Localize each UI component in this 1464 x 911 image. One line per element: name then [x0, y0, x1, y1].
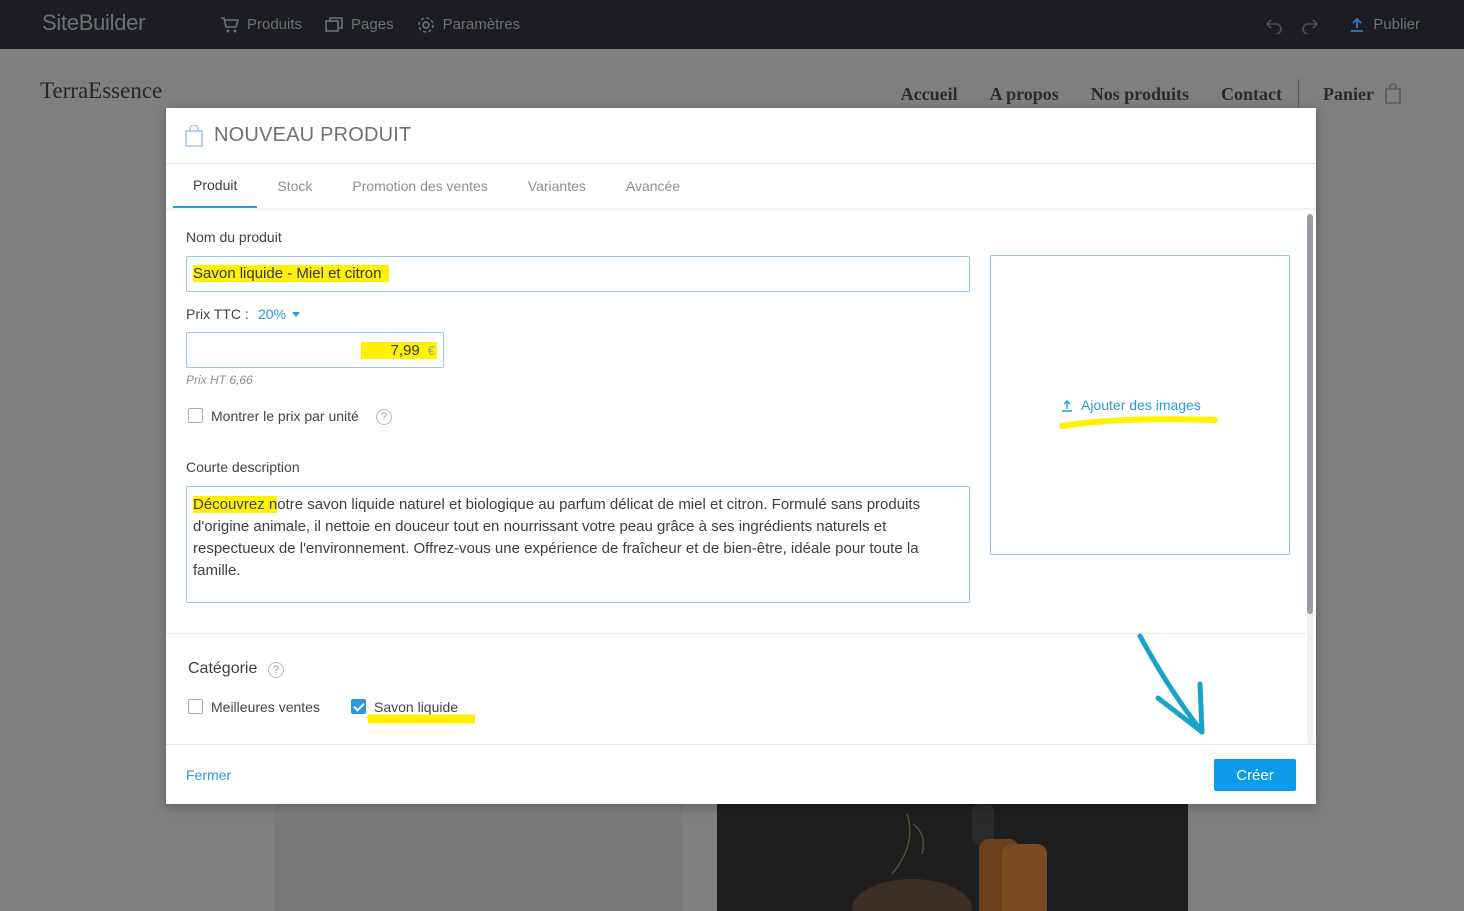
create-button[interactable]: Créer — [1214, 759, 1296, 791]
unit-price-label: Montrer le prix par unité — [211, 408, 359, 424]
builder-nav-settings[interactable]: Paramètres — [416, 16, 521, 34]
site-nav-products[interactable]: Nos produits — [1091, 84, 1189, 105]
upload-icon — [1062, 399, 1072, 412]
category-checkbox-best-sellers[interactable] — [188, 699, 203, 714]
shopping-bag-icon — [1385, 83, 1401, 104]
tab-product[interactable]: Produit — [173, 164, 258, 208]
site-nav-contact[interactable]: Contact — [1221, 84, 1282, 105]
redo-icon[interactable] — [1301, 16, 1319, 34]
dialog-header: NOUVEAU PRODUIT — [166, 108, 1316, 164]
tab-advanced[interactable]: Avancée — [606, 164, 700, 208]
annotation-arrow — [1137, 633, 1205, 735]
publish-label: Publier — [1373, 16, 1420, 33]
highlighter-underline — [368, 714, 475, 724]
unit-price-checkbox[interactable] — [188, 408, 203, 423]
product-name-input[interactable]: Savon liquide - Miel et citron — [186, 256, 970, 292]
tab-stock[interactable]: Stock — [257, 164, 332, 208]
builder-nav: Produits Pages Paramètres — [220, 0, 520, 49]
builder-topbar: SiteBuilder Produits Pages Paramètres Pu… — [0, 0, 1464, 49]
dialog-footer: Fermer Créer — [166, 744, 1316, 804]
upload-icon — [1351, 17, 1364, 32]
help-icon[interactable]: ? — [376, 409, 392, 425]
site-cart[interactable]: Panier — [1323, 83, 1402, 105]
site-logo: TerraEssence — [40, 78, 163, 103]
add-images-link[interactable]: Ajouter des images — [1061, 397, 1201, 413]
price-field-content: 7,99 € — [360, 342, 437, 359]
description-text: otre savon liquide naturel et biologique… — [193, 496, 921, 579]
caret-down-icon — [292, 311, 301, 317]
currency-symbol: € — [427, 343, 435, 358]
site-nav-divider — [1298, 79, 1299, 109]
highlighter-underline — [1059, 416, 1218, 429]
cart-icon — [221, 16, 240, 32]
short-description-textarea[interactable]: Découvrez notre savon liquide naturel et… — [186, 486, 970, 603]
builder-nav-pages-label: Pages — [351, 16, 394, 33]
builder-nav-pages[interactable]: Pages — [324, 16, 394, 34]
builder-nav-products-label: Produits — [247, 16, 303, 33]
price-excl-tax: Prix HT 6,66 — [186, 373, 253, 387]
price-value: 7,99 — [390, 342, 420, 359]
image-upload-area[interactable]: Ajouter des images — [990, 255, 1290, 555]
category-label-best-sellers: Meilleures ventes — [211, 699, 320, 715]
vat-rate-value: 20% — [258, 306, 287, 322]
price-input[interactable]: 7,99 € — [186, 332, 444, 368]
description-highlight: Découvrez n — [193, 496, 278, 513]
product-image-placeholder — [275, 804, 683, 911]
site-nav: Accueil A propos Nos produits Contact Pa… — [869, 79, 1402, 109]
shopping-bag-icon — [185, 124, 203, 147]
product-photo — [717, 804, 1188, 911]
site-nav-home[interactable]: Accueil — [901, 84, 958, 105]
help-icon[interactable]: ? — [268, 662, 284, 678]
product-name-label: Nom du produit — [186, 229, 282, 245]
undo-icon[interactable] — [1265, 16, 1283, 34]
builder-nav-products[interactable]: Produits — [220, 16, 302, 34]
product-name-value: Savon liquide - Miel et citron — [193, 265, 390, 282]
add-images-label: Ajouter des images — [1081, 397, 1201, 413]
category-title: Catégorie — [188, 660, 258, 677]
close-button[interactable]: Fermer — [186, 767, 231, 783]
pages-icon — [325, 16, 343, 32]
publish-button[interactable]: Publier — [1349, 16, 1420, 33]
gear-icon — [417, 16, 434, 33]
tab-sales-promotion[interactable]: Promotion des ventes — [332, 164, 507, 208]
tab-variants[interactable]: Variantes — [508, 164, 606, 208]
builder-nav-settings-label: Paramètres — [442, 16, 521, 33]
dialog-title: NOUVEAU PRODUIT — [214, 124, 412, 146]
category-checkbox-liquid-soap[interactable] — [351, 699, 366, 714]
site-cart-label: Panier — [1323, 83, 1374, 104]
site-nav-about[interactable]: A propos — [990, 84, 1059, 105]
dialog-tabs: Produit Stock Promotion des ventes Varia… — [173, 164, 700, 208]
vat-rate-dropdown[interactable]: 20% — [258, 306, 301, 322]
price-label: Prix TTC : — [186, 306, 249, 322]
scrollbar-thumb[interactable] — [1307, 214, 1313, 614]
short-description-label: Courte description — [186, 459, 300, 475]
builder-brand: SiteBuilder — [42, 10, 146, 35]
builder-actions: Publier — [1265, 0, 1420, 49]
